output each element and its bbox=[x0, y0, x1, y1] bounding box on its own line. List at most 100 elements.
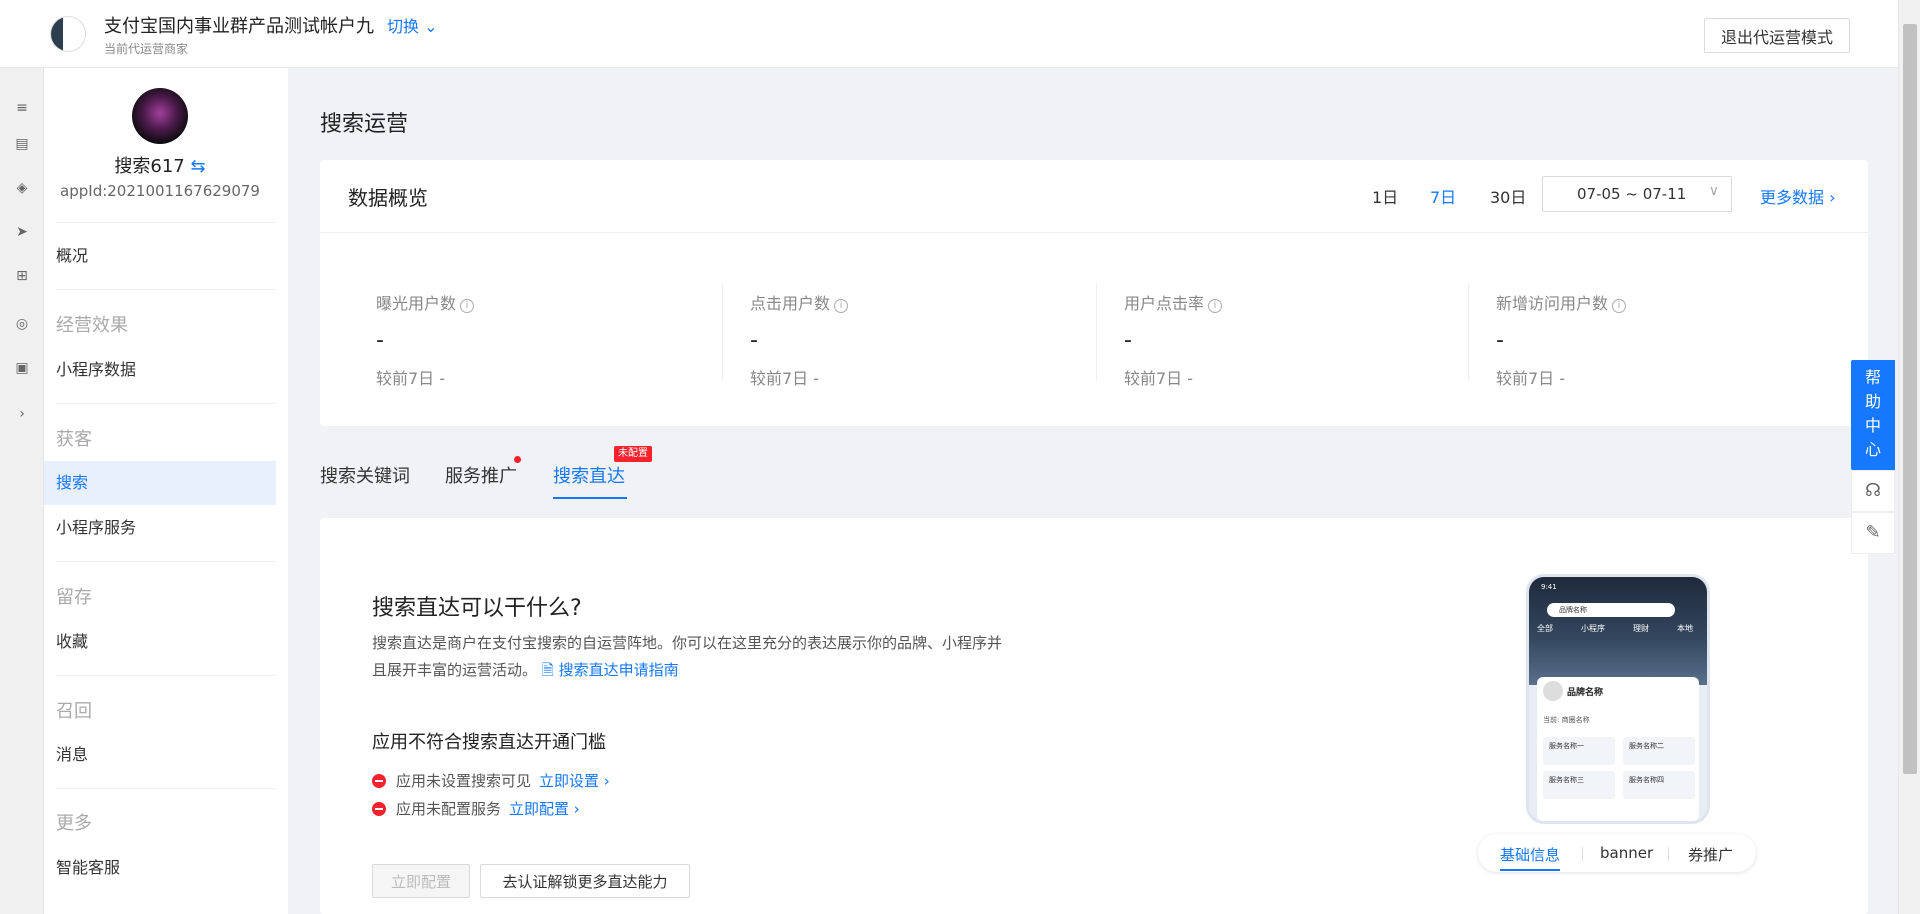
nav-overview[interactable]: 概况 bbox=[44, 234, 276, 278]
divider bbox=[56, 403, 276, 404]
subtab-banner[interactable]: banner bbox=[1600, 844, 1653, 862]
page-scrollbar[interactable] bbox=[1898, 0, 1920, 914]
requirement-item: 应用未配置服务 立即配置 › bbox=[372, 798, 580, 819]
nav-smart-service[interactable]: 智能客服 bbox=[44, 846, 276, 890]
switch-app-icon[interactable]: ⇆ bbox=[191, 156, 206, 177]
divider bbox=[1096, 284, 1097, 380]
chart-icon[interactable]: ▤ bbox=[12, 134, 32, 154]
chevron-down-icon: ∨ bbox=[1708, 183, 1719, 199]
divider bbox=[320, 232, 1868, 233]
data-overview-card: 数据概览 1日 7日 30日 07-05 ~ 07-11 ∨ 更多数据 › 曝光用… bbox=[320, 160, 1868, 426]
metric-click-users: 点击用户数 i - 较前7日 - bbox=[750, 290, 1122, 394]
tab-search-direct[interactable]: 搜索直达 bbox=[553, 462, 625, 488]
divider bbox=[1468, 284, 1469, 380]
menu-icon[interactable]: ≡ bbox=[12, 98, 32, 118]
send-icon[interactable]: ➤ bbox=[12, 222, 32, 242]
configure-now-link[interactable]: 立即配置 › bbox=[509, 800, 580, 818]
requirement-text: 应用未设置搜索可见 bbox=[396, 772, 532, 790]
side-nav: 搜索617 ⇆ appId:2021001167629079 概况 经营效果 小… bbox=[44, 68, 288, 914]
metric-exposure-users: 曝光用户数 i - 较前7日 - bbox=[376, 290, 748, 394]
preview-tab: 理财 bbox=[1633, 624, 1649, 633]
subtab-basic-info[interactable]: 基础信息 bbox=[1500, 844, 1560, 865]
range-7d[interactable]: 7日 bbox=[1430, 184, 1456, 208]
range-1d[interactable]: 1日 bbox=[1372, 184, 1398, 208]
metric-compare: 较前7日 - bbox=[750, 369, 820, 388]
preview-tab: 小程序 bbox=[1581, 624, 1605, 633]
direct-description-text: 搜索直达是商户在支付宝搜索的自运营阵地。你可以在这里充分的表达展示你的品牌、小程… bbox=[372, 634, 1003, 679]
tab-service-promotion[interactable]: 服务推广 bbox=[445, 462, 517, 488]
app-name: 搜索617 bbox=[114, 156, 185, 177]
chevron-down-icon: ⌄ bbox=[424, 17, 438, 36]
divider bbox=[56, 788, 276, 789]
gift-icon[interactable]: ⊞ bbox=[12, 266, 32, 286]
metric-click-rate: 用户点击率 i - 较前7日 - bbox=[1124, 290, 1496, 394]
more-data-link[interactable]: 更多数据 › bbox=[1760, 184, 1836, 208]
metric-value: - bbox=[376, 328, 384, 353]
divider bbox=[1582, 847, 1583, 861]
app-avatar bbox=[132, 88, 188, 144]
icon-rail: ≡ ▤ ◈ ➤ ⊞ ◎ ▣ › bbox=[0, 68, 44, 914]
preview-tab: 全部 bbox=[1537, 624, 1553, 633]
divider bbox=[56, 675, 276, 676]
preview-service: 服务名称四 bbox=[1623, 771, 1695, 799]
preview-brand-avatar bbox=[1543, 681, 1563, 701]
metric-label-text: 用户点击率 bbox=[1124, 294, 1205, 313]
help-center-label: 帮助中心 bbox=[1864, 368, 1881, 459]
phone-preview: 9:41 品牌名称 全部 小程序 理财 本地 品牌名称 当前: 商圈名称 服务名… bbox=[1526, 574, 1710, 824]
feedback-edit-icon[interactable]: ✎ bbox=[1851, 512, 1895, 554]
apply-guide-link[interactable]: 🗎 搜索直达申请指南 bbox=[542, 661, 679, 679]
preview-time: 9:41 bbox=[1541, 583, 1557, 591]
active-subtab-indicator bbox=[1500, 869, 1560, 871]
overview-title: 数据概览 bbox=[348, 186, 428, 210]
divider bbox=[56, 561, 276, 562]
customer-service-icon[interactable]: ☊ bbox=[1851, 470, 1895, 512]
info-icon[interactable]: i bbox=[1612, 299, 1627, 313]
info-icon[interactable]: i bbox=[1208, 299, 1223, 313]
configure-now-button[interactable]: 立即配置 bbox=[372, 864, 470, 898]
metric-value: - bbox=[1124, 328, 1132, 353]
target-icon[interactable]: ◎ bbox=[12, 314, 32, 334]
preview-tab: 本地 bbox=[1677, 624, 1693, 633]
requirement-text: 应用未配置服务 bbox=[396, 800, 502, 818]
nav-group-more: 更多 bbox=[56, 813, 92, 834]
info-icon[interactable]: i bbox=[460, 299, 475, 313]
app-name-row: 搜索617 ⇆ bbox=[44, 152, 276, 178]
switch-account-button[interactable]: 切换 ⌄ bbox=[387, 13, 438, 37]
tab-search-keywords[interactable]: 搜索关键词 bbox=[320, 462, 410, 488]
preview-brand-name: 品牌名称 bbox=[1567, 688, 1604, 698]
active-tab-indicator bbox=[553, 497, 627, 499]
nav-search[interactable]: 搜索 bbox=[44, 461, 276, 505]
subtab-coupon-promotion[interactable]: 券推广 bbox=[1688, 844, 1733, 865]
nav-group-recall: 召回 bbox=[56, 701, 92, 722]
scrollbar-thumb[interactable] bbox=[1903, 24, 1917, 774]
threshold-title: 应用不符合搜索直达开通门槛 bbox=[372, 732, 606, 753]
account-subtitle: 当前代运营商家 bbox=[104, 42, 189, 56]
configure-now-label: 立即配置 bbox=[509, 800, 570, 818]
nav-group-retain: 留存 bbox=[56, 587, 92, 608]
metric-new-visitors: 新增访问用户数 i - 较前7日 - bbox=[1496, 290, 1868, 394]
nav-messages[interactable]: 消息 bbox=[44, 733, 276, 777]
nav-miniapp-service[interactable]: 小程序服务 bbox=[44, 506, 276, 550]
preview-subtabs: 基础信息 banner 券推广 bbox=[1478, 834, 1756, 872]
apply-guide-label: 搜索直达申请指南 bbox=[558, 661, 679, 679]
app-id: appId:2021001167629079 bbox=[60, 182, 260, 200]
preview-service: 服务名称二 bbox=[1623, 737, 1695, 765]
divider bbox=[56, 222, 276, 223]
range-30d[interactable]: 30日 bbox=[1490, 184, 1526, 208]
image-icon[interactable]: ▣ bbox=[12, 358, 32, 378]
certify-unlock-button[interactable]: 去认证解锁更多直达能力 bbox=[480, 864, 690, 898]
set-now-link[interactable]: 立即设置 › bbox=[539, 772, 610, 790]
metric-compare: 较前7日 - bbox=[1124, 369, 1194, 388]
requirement-item: 应用未设置搜索可见 立即设置 › bbox=[372, 770, 610, 791]
exit-agency-mode-button[interactable]: 退出代运营模式 bbox=[1704, 18, 1850, 53]
nav-favorites[interactable]: 收藏 bbox=[44, 620, 276, 664]
layers-icon[interactable]: ◈ bbox=[12, 178, 32, 198]
date-range-value: 07-05 ~ 07-11 bbox=[1577, 185, 1687, 203]
metric-label: 新增访问用户数 i bbox=[1496, 290, 1868, 314]
info-icon[interactable]: i bbox=[834, 299, 849, 313]
date-range-picker[interactable]: 07-05 ~ 07-11 ∨ bbox=[1542, 176, 1732, 212]
help-center-button[interactable]: 帮助中心 bbox=[1851, 360, 1895, 470]
expand-icon[interactable]: › bbox=[12, 404, 32, 424]
nav-miniapp-data[interactable]: 小程序数据 bbox=[44, 348, 276, 392]
account-name: 支付宝国内事业群产品测试帐户九 bbox=[104, 16, 374, 37]
